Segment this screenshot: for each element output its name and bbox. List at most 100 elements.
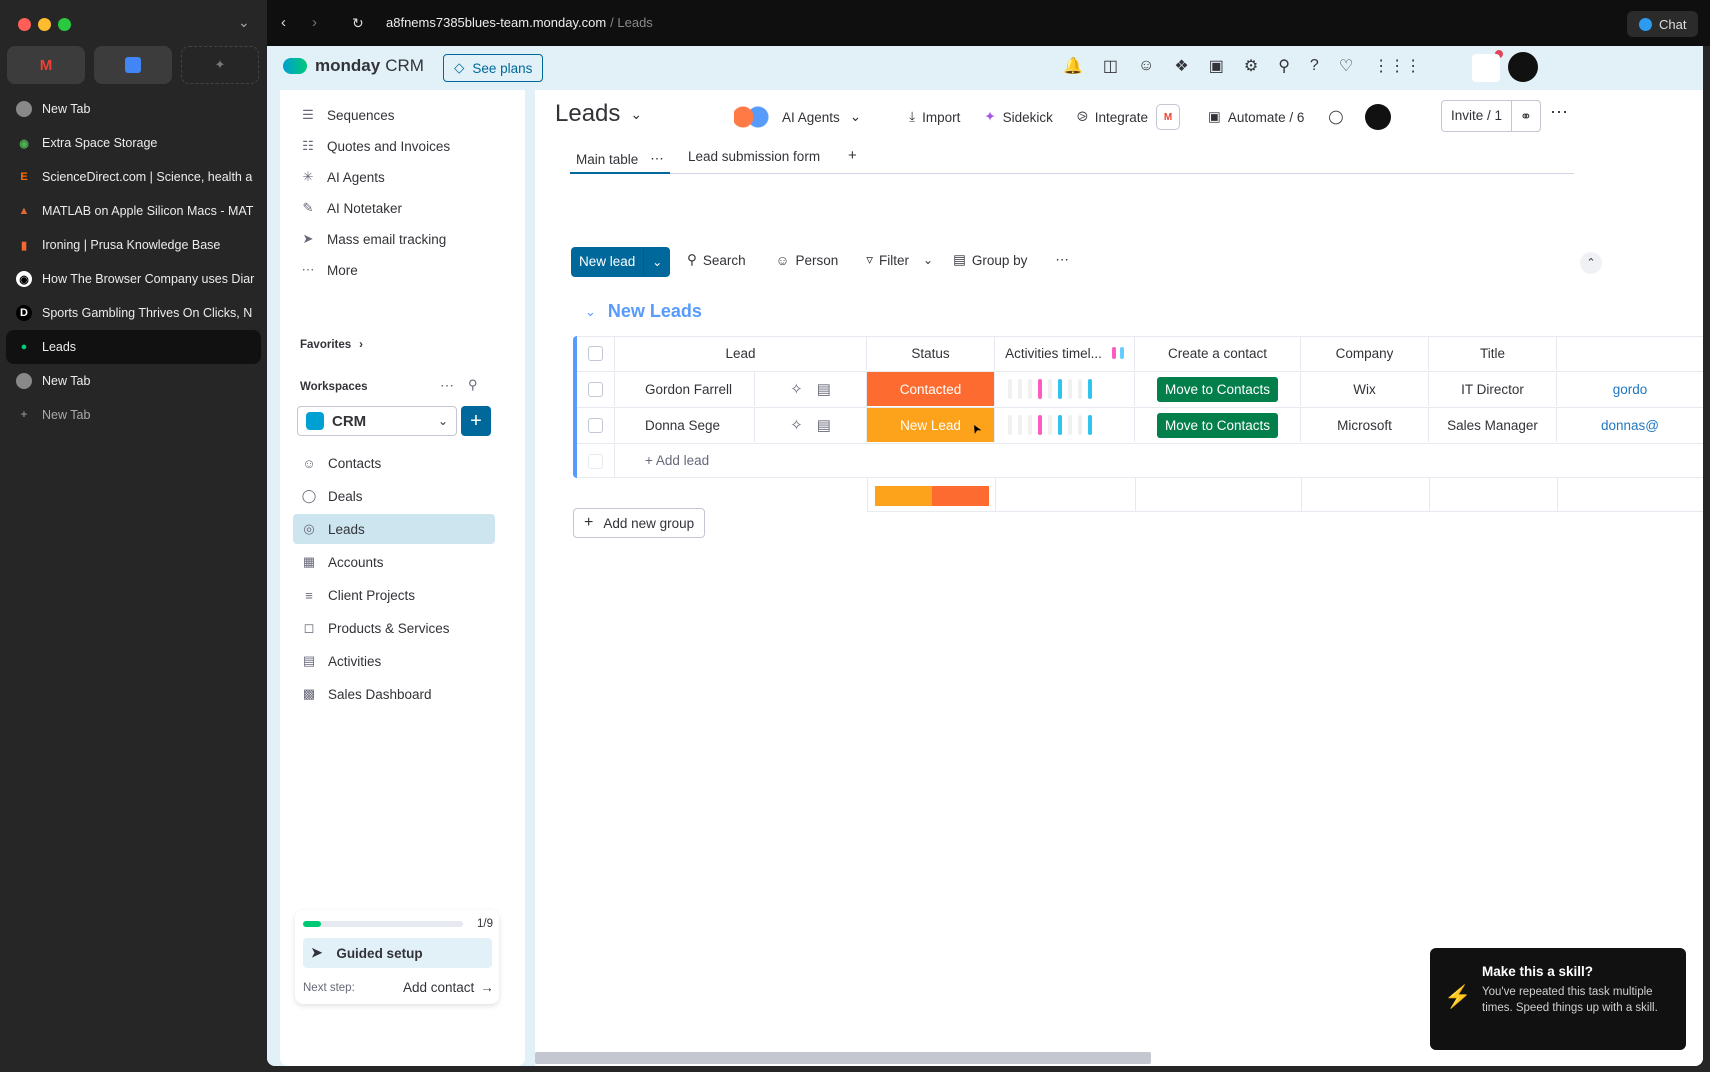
move-to-contacts-button[interactable]: Move to Contacts — [1156, 412, 1279, 438]
search-icon[interactable]: ⚲ — [1278, 56, 1290, 76]
browser-tab[interactable]: D Sports Gambling Thrives On Clicks, N — [6, 296, 261, 330]
heart-icon[interactable]: ♡ — [1339, 56, 1353, 76]
company-cell[interactable]: Microsoft — [1301, 408, 1429, 442]
add-new-group-button[interactable]: + Add new group — [573, 508, 706, 538]
help-icon[interactable]: ? — [1310, 57, 1319, 75]
sidebar-item-products-services[interactable]: ◻ Products & Services — [293, 613, 495, 643]
browser-tab[interactable]: ▲ MATLAB on Apple Silicon Macs - MAT — [6, 194, 261, 228]
invite-member-icon[interactable]: ☺ — [1138, 57, 1154, 75]
board-more-icon[interactable]: ⋯ — [1550, 102, 1568, 123]
integrate-button[interactable]: ⧁ Integrate M — [1077, 104, 1181, 130]
inbox-icon[interactable]: ◫ — [1103, 56, 1118, 76]
select-all-checkbox[interactable] — [588, 345, 603, 361]
board-title[interactable]: Leads ⌄ — [555, 100, 642, 128]
avatar[interactable] — [1508, 52, 1538, 82]
search-button[interactable]: ⚲ Search — [687, 252, 746, 268]
guided-setup-button[interactable]: ➤ Guided setup — [303, 938, 492, 968]
column-header-lead[interactable]: Lead — [615, 336, 867, 370]
nav-item[interactable]: ⋯ More — [300, 255, 358, 285]
comment-icon[interactable]: ◯ — [1328, 109, 1343, 125]
move-to-contacts-button[interactable]: Move to Contacts — [1156, 376, 1279, 402]
column-header-company[interactable]: Company — [1301, 336, 1429, 370]
browser-tab[interactable]: E ScienceDirect.com | Science, health a — [6, 160, 261, 194]
pinned-slot[interactable]: ✦ — [181, 46, 259, 84]
browser-tab[interactable]: ▮ Ironing | Prusa Knowledge Base — [6, 228, 261, 262]
browser-tab[interactable]: ◉ How The Browser Company uses Diar — [6, 262, 261, 296]
app-grid-icon[interactable]: ⋮⋮⋮ — [1373, 56, 1421, 76]
apps-puzzle-icon[interactable]: ❖ — [1174, 56, 1188, 76]
import-button[interactable]: ⤓ Import — [909, 109, 960, 125]
reload-icon[interactable]: ↻ — [352, 15, 364, 32]
nav-item[interactable]: ☷ Quotes and Invoices — [300, 131, 450, 161]
gear-icon[interactable]: ⚙ — [1244, 56, 1258, 76]
activities-timeline-cell[interactable] — [995, 408, 1135, 442]
ai-agents-button[interactable]: AI Agents ⌄ — [734, 105, 861, 129]
workspace-selector[interactable]: CRM ⌄ — [297, 406, 457, 436]
address-bar[interactable]: a8fnems7385blues-team.monday.com / Leads — [386, 15, 653, 30]
board-avatar[interactable] — [1365, 104, 1392, 130]
collapse-icon[interactable]: ⌃ — [1580, 252, 1602, 274]
more-dots-icon[interactable]: ⋯ — [650, 151, 664, 167]
lead-name-cell[interactable]: Gordon Farrell — [615, 372, 755, 406]
email-cell[interactable]: gordo — [1557, 372, 1703, 406]
more-dots-icon[interactable]: ⋯ — [440, 377, 454, 394]
nav-item[interactable]: ✳ AI Agents — [300, 162, 385, 192]
lead-name-cell[interactable]: Donna Sege — [615, 408, 755, 442]
column-header-status[interactable]: Status — [867, 336, 995, 370]
person-filter-button[interactable]: ☺ Person — [776, 253, 839, 268]
item-page-icon[interactable]: ▤ — [817, 416, 831, 434]
group-by-button[interactable]: ▤ Group by — [953, 252, 1027, 268]
item-page-icon[interactable]: ▤ — [817, 380, 831, 398]
nav-item[interactable]: ➤ Mass email tracking — [300, 224, 447, 254]
close-window-button[interactable] — [18, 18, 31, 31]
pinned-calendar[interactable] — [94, 46, 172, 84]
forward-icon[interactable]: › — [312, 14, 317, 31]
column-header-create-contact[interactable]: Create a contact — [1135, 336, 1301, 370]
sidebar-item-accounts[interactable]: ▦ Accounts — [293, 547, 495, 577]
minimize-window-button[interactable] — [38, 18, 51, 31]
more-dots-icon[interactable]: ⋯ — [1055, 252, 1069, 268]
bell-icon[interactable]: 🔔 — [1063, 56, 1083, 76]
status-cell[interactable]: Contacted — [867, 372, 995, 406]
add-view-button[interactable]: + — [848, 147, 857, 164]
pinned-gmail[interactable]: M — [7, 46, 85, 84]
chat-button[interactable]: Chat — [1627, 11, 1699, 37]
see-plans-button[interactable]: ◇ See plans — [443, 54, 544, 82]
sidebar-item-contacts[interactable]: ☺ Contacts — [293, 448, 495, 478]
row-checkbox[interactable] — [588, 417, 603, 433]
company-cell[interactable]: Wix — [1301, 372, 1429, 406]
tab-lead-submission-form[interactable]: Lead submission form — [688, 149, 820, 164]
sidebar-item-client-projects[interactable]: ≡ Client Projects — [293, 580, 495, 610]
link-icon[interactable]: ⚭ — [1512, 108, 1540, 125]
next-step-link[interactable]: Add contact → — [403, 980, 494, 995]
browser-tab[interactable]: + New Tab — [6, 398, 261, 432]
back-icon[interactable]: ‹ — [281, 14, 286, 31]
new-lead-button[interactable]: New lead — [571, 247, 645, 277]
row-checkbox[interactable] — [588, 381, 603, 397]
email-cell[interactable]: donnas@ — [1557, 408, 1703, 442]
sidebar-item-deals[interactable]: ◯ Deals — [293, 481, 495, 511]
column-header-title[interactable]: Title — [1429, 336, 1557, 370]
brand-logo[interactable]: monday CRM — [283, 56, 424, 76]
browser-tab[interactable]: ◉ Extra Space Storage — [6, 126, 261, 160]
invite-button[interactable]: Invite / 1 — [1442, 101, 1513, 131]
browser-tab[interactable]: New Tab — [6, 364, 261, 398]
ai-sparkle-icon[interactable]: ✧ — [790, 380, 803, 398]
horizontal-scrollbar[interactable] — [535, 1052, 1151, 1064]
sidebar-item-activities[interactable]: ▤ Activities — [293, 646, 495, 676]
title-cell[interactable]: Sales Manager — [1429, 408, 1557, 442]
browser-tab[interactable]: New Tab — [6, 92, 261, 126]
sidebar-item-leads[interactable]: ◎ Leads — [293, 514, 495, 544]
ai-sparkle-icon[interactable]: ✧ — [790, 416, 803, 434]
chevron-down-icon[interactable]: ⌄ — [238, 14, 250, 31]
activities-timeline-cell[interactable] — [995, 372, 1135, 406]
browser-tab[interactable]: ● Leads — [6, 330, 261, 364]
sidebar-item-sales-dashboard[interactable]: ▩ Sales Dashboard — [293, 679, 495, 709]
add-lead-input[interactable]: + Add lead — [645, 453, 709, 468]
column-header-activities[interactable]: Activities timel... — [995, 336, 1135, 370]
filter-button[interactable]: ▿ Filter ⌄ — [866, 252, 933, 268]
add-to-workspace-button[interactable]: + — [461, 406, 491, 436]
nav-item[interactable]: ✎ AI Notetaker — [300, 193, 403, 223]
maximize-window-button[interactable] — [58, 18, 71, 31]
group-header[interactable]: ⌄ New Leads — [585, 301, 702, 322]
